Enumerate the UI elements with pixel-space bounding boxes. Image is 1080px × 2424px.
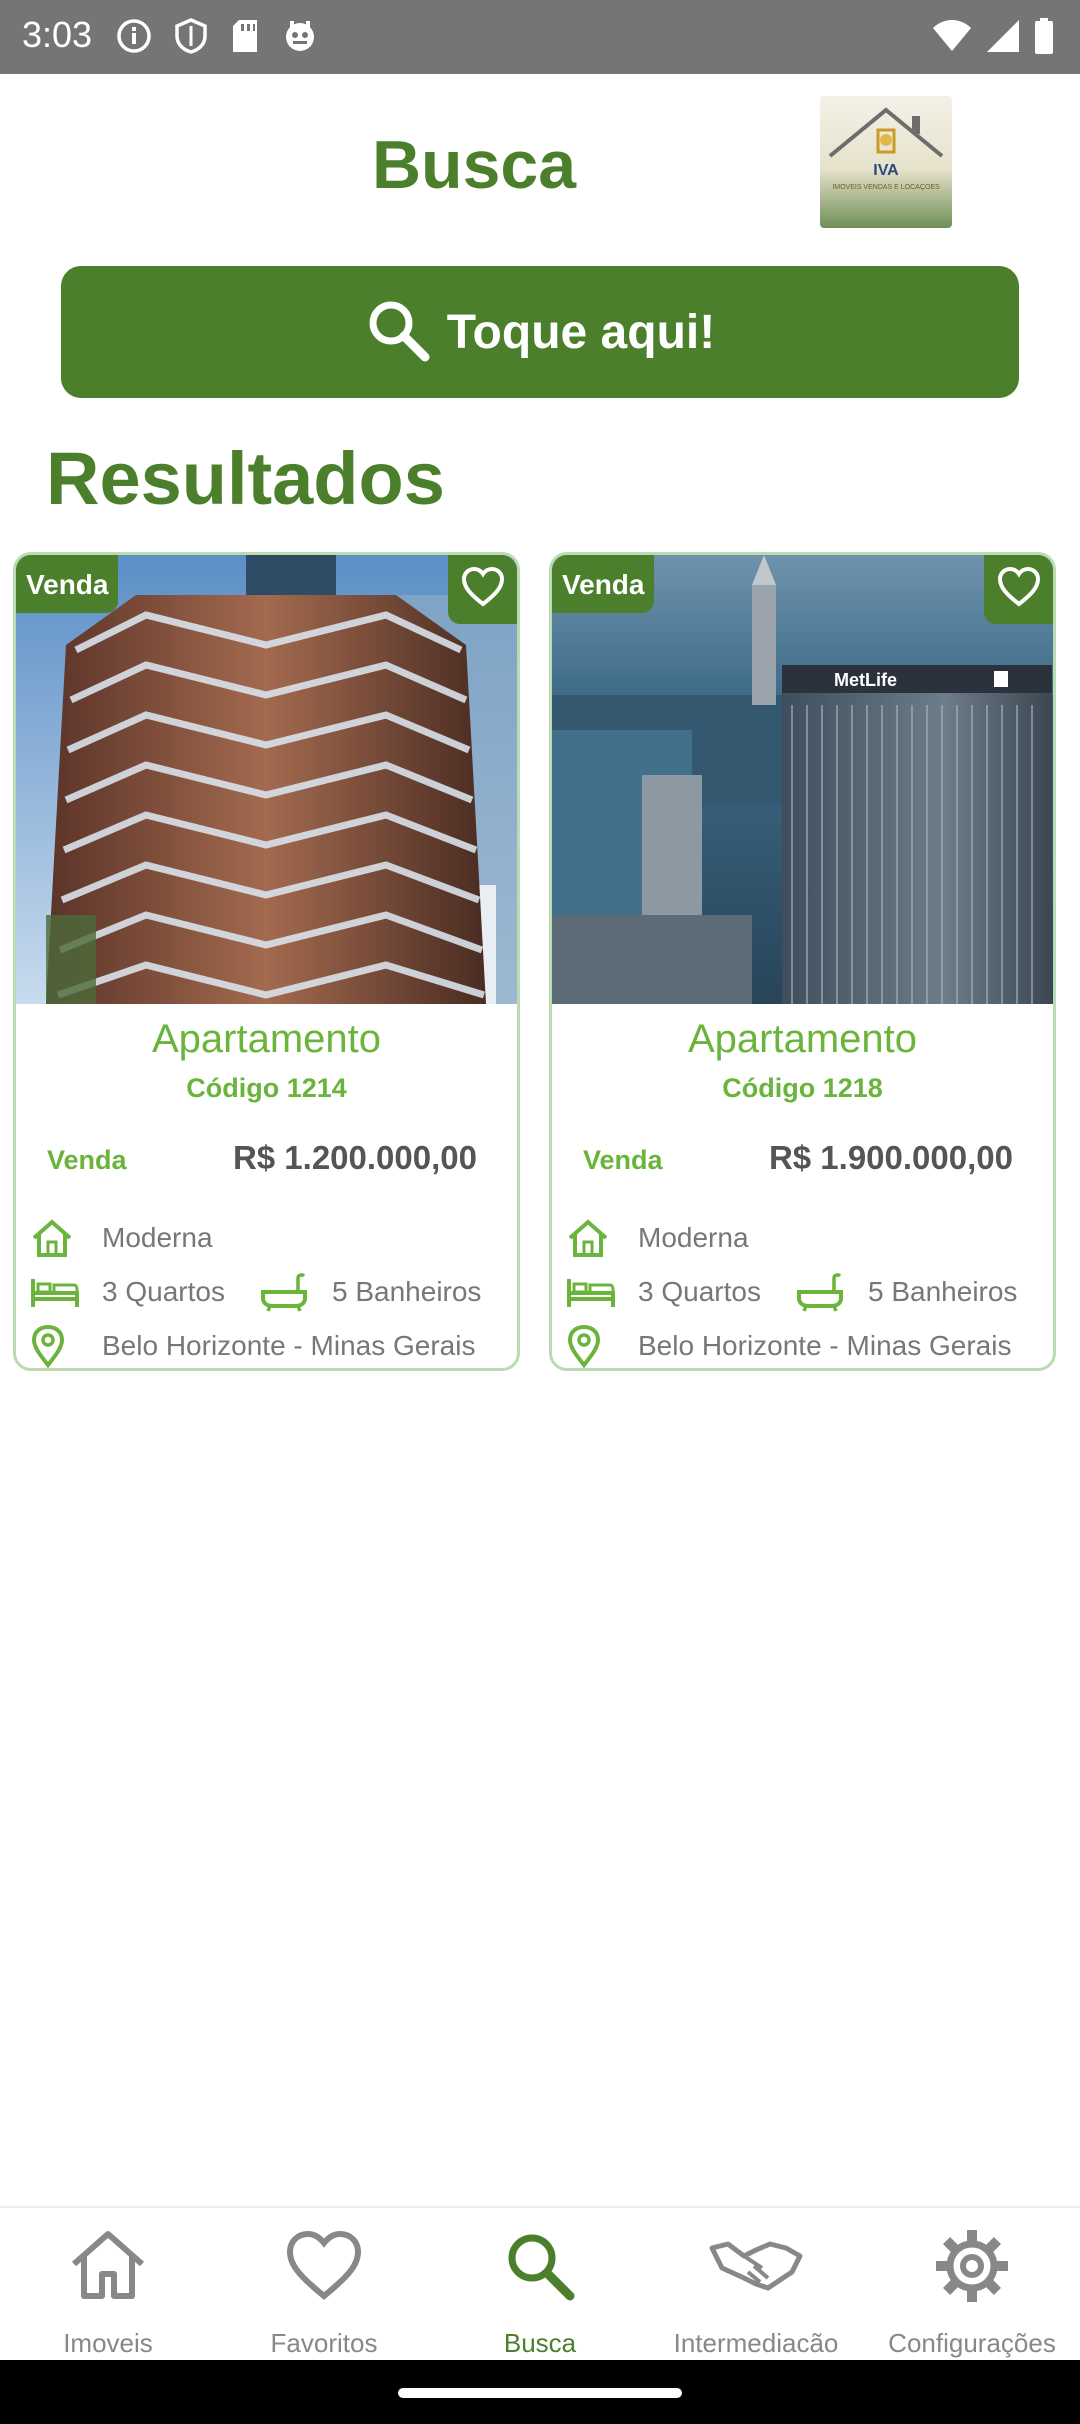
search-icon (432, 2228, 648, 2304)
listing-card[interactable]: Venda Apartamento Código 1214 Venda R$ 1… (13, 552, 520, 1371)
listing-price: R$ 1.900.000,00 (768, 1139, 1013, 1176)
battery-icon (1034, 18, 1054, 54)
listing-code: Código 1214 (186, 1073, 347, 1103)
nav-item-busca[interactable]: Busca (432, 2208, 648, 2362)
listing-rooms: 3 Quartos (566, 1269, 761, 1315)
listing-rooms-label: 3 Quartos (638, 1276, 761, 1307)
search-button[interactable]: Toque aqui! (61, 266, 1019, 398)
nav-item-configuracoes[interactable]: Configurações (864, 2208, 1080, 2362)
listing-location: Belo Horizonte - Minas Gerais (30, 1323, 476, 1368)
bottom-navigation: Imoveis Favoritos Busca Intermediacão Co… (0, 2206, 1080, 2360)
listing-style-label: Moderna (638, 1222, 749, 1253)
listing-baths-label: 5 Banheiros (868, 1276, 1018, 1307)
nav-item-imoveis[interactable]: Imoveis (0, 2208, 216, 2362)
listing-badge: Venda (16, 555, 119, 613)
nav-label: Configurações (888, 2328, 1056, 2358)
favorite-button[interactable] (984, 555, 1053, 624)
listing-style: Moderna (30, 1215, 213, 1261)
nav-label: Intermediacão (673, 2328, 839, 2358)
logo-text: IVA (873, 162, 899, 179)
signal-icon (986, 19, 1020, 53)
results-heading: Resultados (46, 437, 445, 520)
listing-location-label: Belo Horizonte - Minas Gerais (638, 1330, 1012, 1361)
status-bar: 3:03 (0, 0, 1080, 74)
home-gesture-handle[interactable] (398, 2388, 682, 2398)
listing-location: Belo Horizonte - Minas Gerais (566, 1323, 1012, 1368)
location-pin-icon (30, 1323, 84, 1368)
listing-baths: 5 Banheiros (260, 1269, 481, 1315)
nav-label: Favoritos (270, 2328, 378, 2358)
page-title: Busca (371, 127, 577, 203)
listing-image (16, 555, 517, 1004)
listing-deal-type: Venda (47, 1145, 127, 1175)
logo-house-icon (828, 107, 944, 158)
listing-card[interactable]: MetLife Venda Apartamento Código 1218 Ve… (549, 552, 1056, 1371)
wifi-icon (932, 19, 972, 53)
bed-icon (566, 1269, 620, 1315)
heart-icon (216, 2228, 432, 2304)
home-outline-icon (566, 1215, 620, 1261)
search-button-label: Toque aqui! (446, 305, 716, 359)
nav-item-favoritos[interactable]: Favoritos (216, 2208, 432, 2362)
nav-item-intermediacao[interactable]: Intermediacão (648, 2208, 864, 2362)
heart-icon (996, 566, 1042, 613)
status-icons-right (932, 18, 1054, 54)
bathtub-icon (260, 1269, 314, 1315)
heart-icon (460, 566, 506, 613)
shield-icon (174, 18, 208, 54)
building-sign: MetLife (834, 670, 897, 690)
listing-baths-label: 5 Banheiros (332, 1276, 482, 1307)
listing-location-label: Belo Horizonte - Minas Gerais (102, 1330, 476, 1361)
gear-icon (864, 2228, 1080, 2304)
listing-type: Apartamento (151, 1017, 382, 1061)
logo-subtext: IMÓVEIS VENDAS E LOCAÇÕES (832, 184, 940, 191)
listing-style: Moderna (566, 1215, 749, 1261)
home-outline-icon (30, 1215, 84, 1261)
listing-code: Código 1218 (722, 1073, 883, 1103)
home-icon (0, 2228, 216, 2304)
nav-label: Busca (503, 2328, 577, 2358)
info-icon (116, 18, 152, 54)
favorite-button[interactable] (448, 555, 517, 624)
nav-label: Imoveis (63, 2328, 153, 2358)
company-logo: IVA IMÓVEIS VENDAS E LOCAÇÕES (820, 96, 952, 228)
listing-deal-type: Venda (583, 1145, 663, 1175)
handshake-icon (648, 2228, 864, 2304)
listing-style-label: Moderna (102, 1222, 213, 1253)
listing-type: Apartamento (687, 1017, 918, 1061)
search-icon (365, 297, 431, 368)
app-notification-icon (282, 18, 318, 54)
system-gesture-bar (0, 2360, 1080, 2424)
listing-badge: Venda (552, 555, 655, 613)
bathtub-icon (796, 1269, 850, 1315)
listing-price: R$ 1.200.000,00 (232, 1139, 477, 1176)
status-icons-left (116, 18, 318, 54)
listing-image: MetLife (552, 555, 1053, 1004)
listing-rooms-label: 3 Quartos (102, 1276, 225, 1307)
status-time: 3:03 (22, 14, 93, 55)
listing-rooms: 3 Quartos (30, 1269, 225, 1315)
sd-card-icon (230, 18, 260, 54)
location-pin-icon (566, 1323, 620, 1368)
listing-baths: 5 Banheiros (796, 1269, 1017, 1315)
bed-icon (30, 1269, 84, 1315)
